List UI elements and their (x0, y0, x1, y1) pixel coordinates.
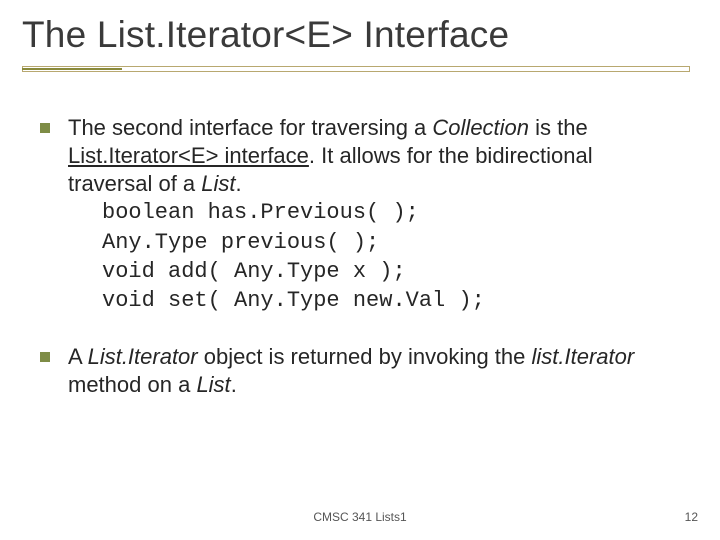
text-italic: Collection (432, 115, 529, 140)
slide-title: The List.Iterator<E> Interface (22, 14, 690, 62)
title-area: The List.Iterator<E> Interface (22, 14, 690, 72)
code-line-2: Any.Type previous( ); (102, 228, 670, 257)
text: method on a (68, 372, 196, 397)
bullet-1-text: The second interface for traversing a Co… (68, 114, 670, 315)
text-italic: List (201, 171, 235, 196)
code-line-4: void set( Any.Type new.Val ); (102, 286, 670, 315)
bullet-icon (40, 352, 50, 362)
bullet-icon (40, 123, 50, 133)
code-line-3: void add( Any.Type x ); (102, 257, 670, 286)
text-italic: List.Iterator (88, 344, 198, 369)
text: A (68, 344, 88, 369)
slide: The List.Iterator<E> Interface The secon… (0, 0, 720, 540)
text: object is returned by invoking the (198, 344, 532, 369)
text-italic: list.Iterator (531, 344, 634, 369)
code-line-1: boolean has.Previous( ); (102, 198, 670, 227)
text-underline: List.Iterator<E> interface (68, 143, 309, 168)
text: . (236, 171, 242, 196)
text: is the (529, 115, 588, 140)
footer-center: CMSC 341 Lists1 (0, 510, 720, 524)
bullet-2: A List.Iterator object is returned by in… (40, 343, 670, 399)
text: . (231, 372, 237, 397)
bullet-2-text: A List.Iterator object is returned by in… (68, 343, 670, 399)
title-rule (22, 66, 690, 72)
text: The second interface for traversing a (68, 115, 432, 140)
page-number: 12 (685, 510, 698, 524)
text-italic: List (196, 372, 230, 397)
bullet-1: The second interface for traversing a Co… (40, 114, 670, 315)
slide-body: The second interface for traversing a Co… (40, 114, 670, 427)
